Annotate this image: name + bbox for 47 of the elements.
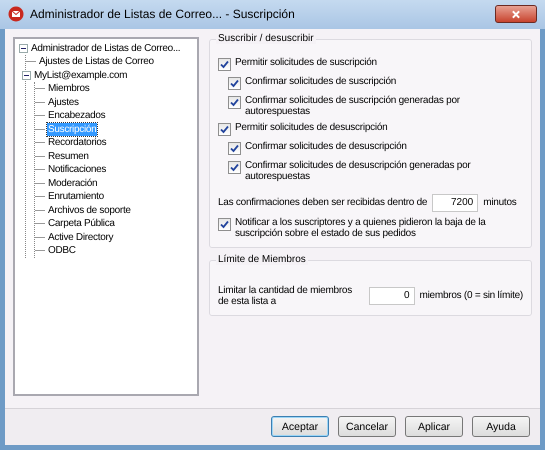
envelope-icon — [8, 6, 24, 22]
unit-label: miembros (0 = sin límite) — [420, 290, 523, 302]
checkbox[interactable] — [218, 218, 231, 231]
close-button[interactable] — [495, 5, 537, 24]
expand-toggle[interactable] — [19, 44, 28, 53]
checkbox[interactable] — [228, 142, 241, 155]
number-field[interactable]: 0 — [368, 286, 414, 305]
field-label: Limitar la cantidad de miembros de esta lista a — [218, 284, 353, 307]
tree-item[interactable]: Active Directory — [47, 230, 114, 244]
checkbox-label: Permitir solicitudes de desuscripción — [235, 122, 388, 133]
tree-item[interactable]: ODBC — [47, 244, 77, 258]
tree-item[interactable]: Carpeta Pública — [47, 217, 116, 230]
tree-item[interactable]: Miembros — [47, 82, 90, 96]
number-field[interactable]: 7200 — [432, 194, 478, 212]
checkbox[interactable] — [228, 160, 241, 174]
window-title: Administrador de Listas de Correo... - Suscripción — [30, 7, 296, 22]
checkbox[interactable] — [228, 76, 241, 90]
dialog-button[interactable]: Aplicar — [405, 416, 463, 438]
field-label: Las confirmaciones deben ser recibidas dentro de — [218, 197, 428, 208]
close-icon — [511, 10, 521, 19]
tree-item[interactable]: Notificaciones — [47, 163, 108, 176]
checkbox-label: Permitir solicitudes de suscripción — [235, 56, 378, 68]
expand-toggle[interactable] — [22, 70, 31, 80]
checkbox[interactable] — [218, 58, 231, 71]
tree-item[interactable]: Ajustes de Listas de Correo — [38, 55, 155, 68]
checkbox-label: Notificar a los suscriptores y a quienes pidieron la baja de la suscripción sobre el estado de sus pedidos — [235, 216, 487, 239]
checkbox[interactable] — [218, 122, 231, 136]
tree-item[interactable]: MyList@example.com — [33, 68, 128, 82]
group-title: Suscribir / desuscribir — [216, 32, 316, 44]
checkbox-label: Confirmar solicitudes de suscripción — [245, 76, 398, 87]
checkbox-label: Confirmar solicitudes de desuscripción — [245, 140, 408, 152]
group-title: Límite de Miembros — [216, 254, 308, 265]
dialog-button[interactable]: Ayuda — [472, 416, 530, 438]
tree-item[interactable]: Enrutamiento — [47, 190, 105, 204]
checkbox[interactable] — [228, 96, 241, 109]
unit-label: minutos — [483, 197, 517, 208]
tree-item[interactable]: Archivos de soporte — [47, 204, 132, 217]
checkbox-label: Confirmar solicitudes de suscripción generadas por autorespuestas — [245, 94, 461, 117]
dialog-button[interactable]: Aceptar — [271, 416, 329, 438]
checkbox-label: Confirmar solicitudes de desuscripción generadas por autorespuestas — [245, 160, 472, 182]
tree-item[interactable]: Recordatorios — [47, 136, 108, 150]
tree-item[interactable]: Resumen — [47, 150, 90, 163]
tree-item[interactable]: Ajustes — [47, 96, 80, 109]
dialog-button[interactable]: Cancelar — [338, 416, 396, 438]
tree-item[interactable]: Administrador de Listas de Correo... — [30, 42, 182, 55]
tree-item[interactable]: Encabezados — [47, 109, 106, 122]
tree-item[interactable]: Moderación — [47, 176, 98, 190]
